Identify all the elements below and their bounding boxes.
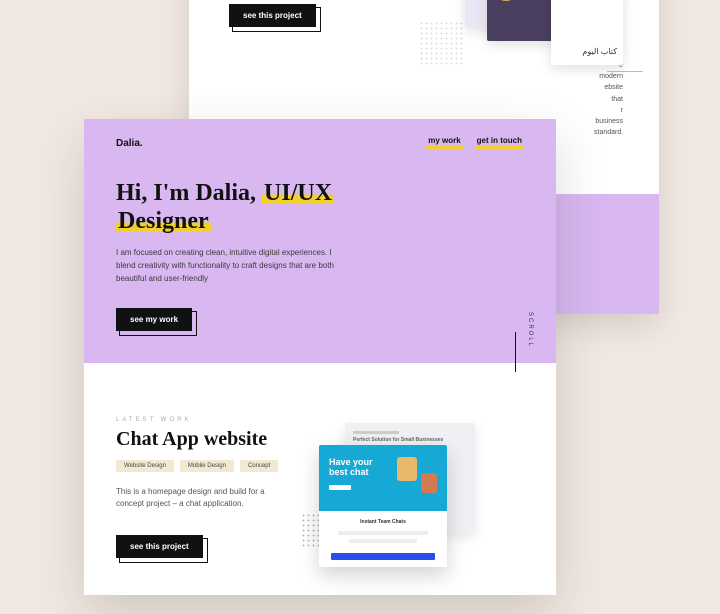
- hero-subtext: I am focused on creating clean, intuitiv…: [116, 247, 336, 285]
- portfolio-card-front: Dalia. my work get in touch Hi, I'm Dali…: [84, 119, 556, 595]
- headline-highlight: Designer: [116, 208, 211, 234]
- divider-line: [607, 71, 643, 72]
- see-project-button-wrap: see this project: [229, 4, 316, 27]
- tag: Concept: [240, 460, 278, 472]
- mockup-hero-button: [329, 485, 351, 490]
- text-line: standard.: [594, 127, 623, 138]
- mockup-line: [349, 539, 416, 543]
- mockup-avatar: [421, 473, 437, 493]
- nav-links: my work get in touch: [426, 137, 524, 150]
- nav-my-work[interactable]: my work: [426, 137, 462, 150]
- mockup-card-white: كتاب اليوم: [551, 0, 623, 65]
- tag: Mobile Design: [180, 460, 234, 472]
- scroll-indicator-label: SCROLL: [527, 312, 533, 348]
- mockup-blue-bar: [331, 553, 435, 560]
- hero-headline: Hi, I'm Dalia, UI/UX Designer: [116, 180, 396, 235]
- mockup-circle-icon: [493, 0, 519, 1]
- tag: Website Design: [116, 460, 174, 472]
- headline-highlight: UI/UX: [262, 180, 334, 206]
- work-tags: Website Design Mobile Design Concept: [116, 460, 309, 472]
- mockup-body: Instant Team Chats: [319, 511, 447, 567]
- mockup-arabic-label: كتاب اليوم: [551, 0, 623, 56]
- mockup-card-front: Have your best chat Instant Team Chats: [319, 445, 447, 568]
- mockup-avatar: [397, 457, 417, 481]
- logo[interactable]: Dalia.: [116, 138, 143, 149]
- see-this-project-button[interactable]: see this project: [116, 535, 203, 558]
- see-this-project-button-wrap: see this project: [116, 535, 203, 558]
- work-title: Chat App website: [116, 428, 309, 451]
- nav-bar: Dalia. my work get in touch: [116, 137, 524, 150]
- back-mockup-area: كتاب اليوم: [435, 0, 635, 75]
- work-mockup-area: Perfect Solution for Small Businesses Ha…: [331, 417, 524, 567]
- see-project-button[interactable]: see this project: [229, 4, 316, 27]
- see-my-work-button-wrap: see my work: [116, 308, 192, 331]
- mockup-hero: Have your best chat: [319, 445, 447, 512]
- see-my-work-button[interactable]: see my work: [116, 308, 192, 331]
- latest-work-section: LATEST WORK Chat App website Website Des…: [84, 363, 556, 595]
- back-cta-row: see this project: [229, 4, 316, 27]
- text-line: ebsite that: [594, 82, 623, 104]
- work-info: LATEST WORK Chat App website Website Des…: [116, 417, 309, 567]
- headline-text: Hi, I'm Dalia,: [116, 180, 262, 206]
- dot-pattern: [419, 21, 465, 67]
- work-description: This is a homepage design and build for …: [116, 486, 286, 512]
- text-line: r business: [594, 105, 623, 127]
- nav-get-in-touch[interactable]: get in touch: [475, 137, 524, 150]
- mockup-line: [338, 531, 428, 535]
- hero-section: Dalia. my work get in touch Hi, I'm Dali…: [84, 119, 556, 363]
- mockup-body-title: Instant Team Chats: [327, 519, 439, 525]
- section-eyebrow: LATEST WORK: [116, 417, 309, 423]
- mockup-hero-title: Have your best chat: [329, 457, 389, 478]
